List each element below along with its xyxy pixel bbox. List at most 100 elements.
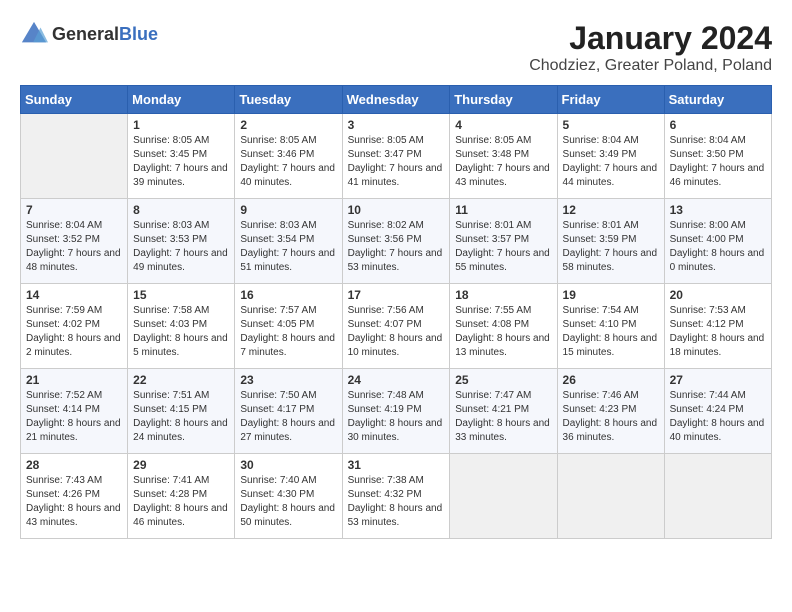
header: GeneralBlue January 2024 Chodziez, Great… <box>20 20 772 75</box>
week-row-1: 7 Sunrise: 8:04 AMSunset: 3:52 PMDaylight… <box>21 199 772 284</box>
calendar-cell: 13Sunrise: 8:00 AMSunset: 4:00 PMDayligh… <box>664 199 771 284</box>
day-number: 27 <box>670 373 766 387</box>
calendar-cell: 1Sunrise: 8:05 AMSunset: 3:45 PMDaylight… <box>128 114 235 199</box>
day-number: 21 <box>26 373 122 387</box>
calendar-cell: 23Sunrise: 7:50 AMSunset: 4:17 PMDayligh… <box>235 369 342 454</box>
calendar-cell: 16 Sunrise: 7:57 AMSunset: 4:05 PMDayligh… <box>235 284 342 369</box>
day-info: Sunrise: 8:05 AMSunset: 3:47 PMDaylight:… <box>348 134 445 190</box>
day-number: 14 <box>26 288 122 302</box>
day-info: Sunrise: 8:05 AMSunset: 3:48 PMDaylight:… <box>455 134 551 190</box>
calendar-cell: 19 Sunrise: 7:54 AMSunset: 4:10 PMDayligh… <box>557 284 664 369</box>
day-info: Sunrise: 7:56 AMSunset: 4:07 PMDaylight:… <box>348 304 445 360</box>
day-info: Sunrise: 8:00 AMSunset: 4:00 PMDaylight:… <box>670 219 766 275</box>
subtitle: Chodziez, Greater Poland, Poland <box>529 57 772 75</box>
weekday-header-saturday: Saturday <box>664 86 771 114</box>
calendar-cell <box>450 454 557 539</box>
day-number: 8 <box>133 203 229 217</box>
day-number: 6 <box>670 118 766 132</box>
day-number: 10 <box>348 203 445 217</box>
calendar-cell: 29Sunrise: 7:41 AMSunset: 4:28 PMDayligh… <box>128 454 235 539</box>
week-row-3: 21 Sunrise: 7:52 AMSunset: 4:14 PMDayligh… <box>21 369 772 454</box>
day-number: 26 <box>563 373 659 387</box>
day-number: 2 <box>240 118 336 132</box>
day-number: 19 <box>563 288 659 302</box>
calendar-cell <box>664 454 771 539</box>
day-number: 24 <box>348 373 445 387</box>
day-info: Sunrise: 8:01 AMSunset: 3:57 PMDaylight:… <box>455 219 551 275</box>
calendar-cell: 21 Sunrise: 7:52 AMSunset: 4:14 PMDayligh… <box>21 369 128 454</box>
day-info: Sunrise: 8:02 AMSunset: 3:56 PMDaylight:… <box>348 219 445 275</box>
calendar-cell: 26Sunrise: 7:46 AMSunset: 4:23 PMDayligh… <box>557 369 664 454</box>
day-info: Sunrise: 7:53 AMSunset: 4:12 PMDaylight:… <box>670 304 766 360</box>
logo-text: GeneralBlue <box>52 24 158 45</box>
day-info: Sunrise: 8:03 AMSunset: 3:54 PMDaylight:… <box>240 219 336 275</box>
calendar-cell: 15 Sunrise: 7:58 AMSunset: 4:03 PMDayligh… <box>128 284 235 369</box>
calendar-cell: 5 Sunrise: 8:04 AMSunset: 3:49 PMDaylight… <box>557 114 664 199</box>
day-number: 7 <box>26 203 122 217</box>
calendar-cell: 2 Sunrise: 8:05 AMSunset: 3:46 PMDaylight… <box>235 114 342 199</box>
day-number: 3 <box>348 118 445 132</box>
day-number: 18 <box>455 288 551 302</box>
title-area: January 2024 Chodziez, Greater Poland, P… <box>529 20 772 75</box>
day-number: 12 <box>563 203 659 217</box>
calendar-cell: 9 Sunrise: 8:03 AMSunset: 3:54 PMDaylight… <box>235 199 342 284</box>
weekday-header-thursday: Thursday <box>450 86 557 114</box>
calendar-cell: 28Sunrise: 7:43 AMSunset: 4:26 PMDayligh… <box>21 454 128 539</box>
calendar-cell: 6 Sunrise: 8:04 AMSunset: 3:50 PMDaylight… <box>664 114 771 199</box>
logo: GeneralBlue <box>20 20 158 48</box>
day-info: Sunrise: 7:50 AMSunset: 4:17 PMDaylight:… <box>240 389 336 445</box>
day-info: Sunrise: 8:01 AMSunset: 3:59 PMDaylight:… <box>563 219 659 275</box>
calendar-cell: 20 Sunrise: 7:53 AMSunset: 4:12 PMDayligh… <box>664 284 771 369</box>
day-number: 1 <box>133 118 229 132</box>
calendar-cell: 22Sunrise: 7:51 AMSunset: 4:15 PMDayligh… <box>128 369 235 454</box>
day-number: 20 <box>670 288 766 302</box>
day-info: Sunrise: 8:03 AMSunset: 3:53 PMDaylight:… <box>133 219 229 275</box>
weekday-header-tuesday: Tuesday <box>235 86 342 114</box>
day-info: Sunrise: 7:52 AMSunset: 4:14 PMDaylight:… <box>26 389 122 445</box>
day-info: Sunrise: 8:05 AMSunset: 3:46 PMDaylight:… <box>240 134 336 190</box>
weekday-header-sunday: Sunday <box>21 86 128 114</box>
day-info: Sunrise: 7:54 AMSunset: 4:10 PMDaylight:… <box>563 304 659 360</box>
day-number: 16 <box>240 288 336 302</box>
day-number: 17 <box>348 288 445 302</box>
calendar-cell <box>21 114 128 199</box>
calendar-table: SundayMondayTuesdayWednesdayThursdayFrid… <box>20 85 772 539</box>
day-number: 28 <box>26 458 122 472</box>
day-number: 31 <box>348 458 445 472</box>
week-row-4: 28Sunrise: 7:43 AMSunset: 4:26 PMDayligh… <box>21 454 772 539</box>
week-row-0: 1Sunrise: 8:05 AMSunset: 3:45 PMDaylight… <box>21 114 772 199</box>
calendar-cell: 4Sunrise: 8:05 AMSunset: 3:48 PMDaylight… <box>450 114 557 199</box>
calendar-cell: 10 Sunrise: 8:02 AMSunset: 3:56 PMDayligh… <box>342 199 450 284</box>
day-number: 30 <box>240 458 336 472</box>
calendar-cell: 25Sunrise: 7:47 AMSunset: 4:21 PMDayligh… <box>450 369 557 454</box>
day-info: Sunrise: 7:57 AMSunset: 4:05 PMDaylight:… <box>240 304 336 360</box>
calendar-cell: 24 Sunrise: 7:48 AMSunset: 4:19 PMDayligh… <box>342 369 450 454</box>
weekday-header-friday: Friday <box>557 86 664 114</box>
day-info: Sunrise: 8:04 AMSunset: 3:49 PMDaylight:… <box>563 134 659 190</box>
day-number: 15 <box>133 288 229 302</box>
day-info: Sunrise: 8:04 AMSunset: 3:52 PMDaylight:… <box>26 219 122 275</box>
day-number: 5 <box>563 118 659 132</box>
calendar-cell: 12 Sunrise: 8:01 AMSunset: 3:59 PMDayligh… <box>557 199 664 284</box>
day-info: Sunrise: 7:59 AMSunset: 4:02 PMDaylight:… <box>26 304 122 360</box>
day-info: Sunrise: 7:58 AMSunset: 4:03 PMDaylight:… <box>133 304 229 360</box>
weekday-header-row: SundayMondayTuesdayWednesdayThursdayFrid… <box>21 86 772 114</box>
calendar-cell: 7 Sunrise: 8:04 AMSunset: 3:52 PMDaylight… <box>21 199 128 284</box>
day-number: 11 <box>455 203 551 217</box>
calendar-cell: 14 Sunrise: 7:59 AMSunset: 4:02 PMDayligh… <box>21 284 128 369</box>
day-info: Sunrise: 7:51 AMSunset: 4:15 PMDaylight:… <box>133 389 229 445</box>
day-number: 9 <box>240 203 336 217</box>
day-info: Sunrise: 7:48 AMSunset: 4:19 PMDaylight:… <box>348 389 445 445</box>
logo-icon <box>20 20 48 48</box>
main-title: January 2024 <box>529 20 772 57</box>
calendar-cell: 30 Sunrise: 7:40 AMSunset: 4:30 PMDayligh… <box>235 454 342 539</box>
calendar-cell: 27 Sunrise: 7:44 AMSunset: 4:24 PMDayligh… <box>664 369 771 454</box>
calendar-cell: 3 Sunrise: 8:05 AMSunset: 3:47 PMDaylight… <box>342 114 450 199</box>
day-info: Sunrise: 8:04 AMSunset: 3:50 PMDaylight:… <box>670 134 766 190</box>
weekday-header-monday: Monday <box>128 86 235 114</box>
calendar-cell <box>557 454 664 539</box>
day-info: Sunrise: 7:40 AMSunset: 4:30 PMDaylight:… <box>240 474 336 530</box>
day-info: Sunrise: 7:41 AMSunset: 4:28 PMDaylight:… <box>133 474 229 530</box>
day-info: Sunrise: 7:44 AMSunset: 4:24 PMDaylight:… <box>670 389 766 445</box>
day-info: Sunrise: 7:47 AMSunset: 4:21 PMDaylight:… <box>455 389 551 445</box>
